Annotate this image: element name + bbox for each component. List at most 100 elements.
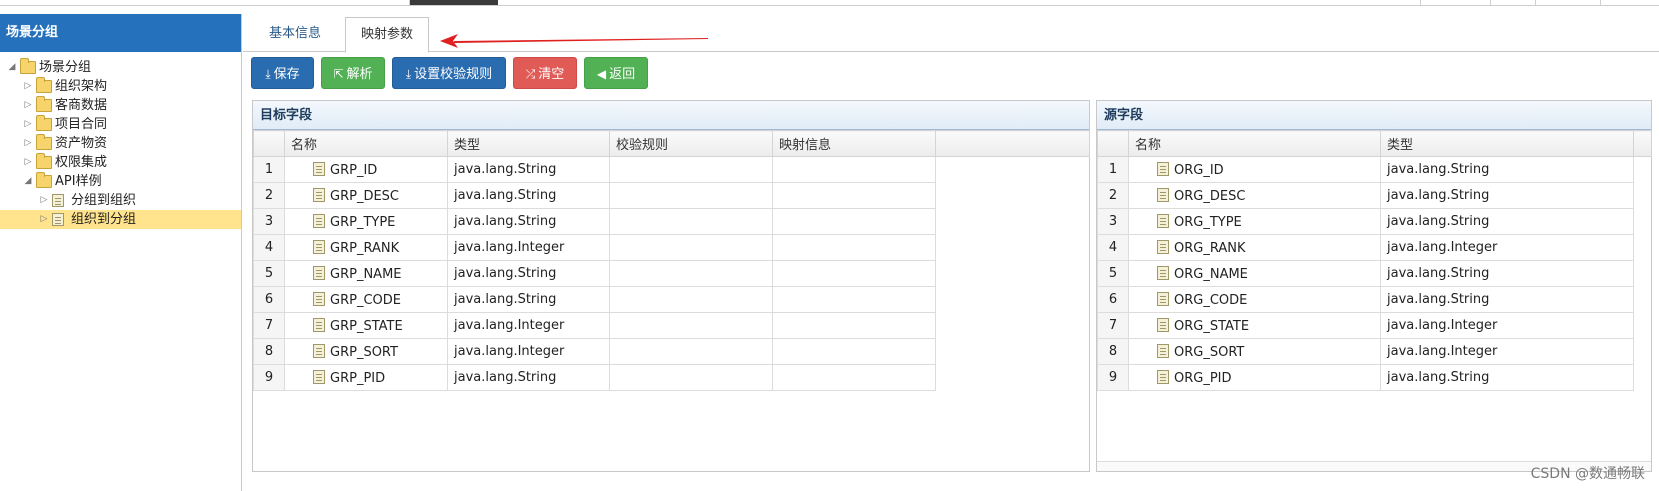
mapping-info-cell[interactable] <box>772 208 936 235</box>
validation-rule-cell[interactable] <box>609 156 773 183</box>
table-row[interactable]: 2 ORG_DESC java.lang.String <box>1097 182 1652 209</box>
field-name-cell[interactable]: GRP_SORT <box>284 338 448 365</box>
field-name-cell[interactable]: GRP_ID <box>284 156 448 183</box>
field-name-cell[interactable]: GRP_CODE <box>284 286 448 313</box>
field-type-cell[interactable]: java.lang.String <box>447 286 610 313</box>
table-row[interactable]: 7 GRP_STATE java.lang.Integer <box>253 312 1090 339</box>
field-type-cell[interactable]: java.lang.Integer <box>1380 312 1634 339</box>
tab-mapping-params[interactable]: 映射参数 <box>345 17 429 53</box>
column-header-name[interactable]: 名称 <box>1128 130 1381 157</box>
validation-rule-cell[interactable] <box>609 364 773 391</box>
field-type-cell[interactable]: java.lang.String <box>1380 286 1634 313</box>
field-name-cell[interactable]: ORG_RANK <box>1128 234 1381 261</box>
back-button[interactable]: ◀ 返回 <box>584 57 648 89</box>
set-validation-rules-button[interactable]: ⤓ 设置校验规则 <box>392 57 506 89</box>
column-header-name[interactable]: 名称 <box>284 130 448 157</box>
table-row[interactable]: 4 GRP_RANK java.lang.Integer <box>253 234 1090 261</box>
field-name-cell[interactable]: ORG_STATE <box>1128 312 1381 339</box>
field-name-cell[interactable]: ORG_TYPE <box>1128 208 1381 235</box>
tree-node[interactable]: ◢ 场景分组 <box>0 58 241 77</box>
field-name-cell[interactable]: GRP_DESC <box>284 182 448 209</box>
field-type-cell[interactable]: java.lang.Integer <box>447 338 610 365</box>
expand-arrow-icon[interactable]: ▷ <box>38 210 50 229</box>
mapping-info-cell[interactable] <box>772 364 936 391</box>
column-header-mapping[interactable]: 映射信息 <box>772 130 936 157</box>
field-type-cell[interactable]: java.lang.String <box>447 260 610 287</box>
tree-node[interactable]: ▷ 客商数据 <box>0 96 241 115</box>
tree-node[interactable]: ◢ API样例 <box>0 172 241 191</box>
field-name-cell[interactable]: ORG_ID <box>1128 156 1381 183</box>
expand-arrow-icon[interactable]: ▷ <box>22 153 34 172</box>
table-row[interactable]: 6 GRP_CODE java.lang.String <box>253 286 1090 313</box>
field-name-cell[interactable]: GRP_TYPE <box>284 208 448 235</box>
tree-node[interactable]: ▷ 组织到分组 <box>0 210 241 229</box>
collapse-arrow-icon[interactable]: ◢ <box>22 172 34 191</box>
table-row[interactable]: 6 ORG_CODE java.lang.String <box>1097 286 1652 313</box>
parse-button[interactable]: ⇱ 解析 <box>321 57 385 89</box>
field-type-cell[interactable]: java.lang.String <box>1380 208 1634 235</box>
field-type-cell[interactable]: java.lang.String <box>1380 156 1634 183</box>
field-type-cell[interactable]: java.lang.Integer <box>1380 234 1634 261</box>
field-type-cell[interactable]: java.lang.String <box>447 156 610 183</box>
table-row[interactable]: 5 ORG_NAME java.lang.String <box>1097 260 1652 287</box>
field-name-cell[interactable]: ORG_PID <box>1128 364 1381 391</box>
table-row[interactable]: 1 ORG_ID java.lang.String <box>1097 156 1652 183</box>
expand-arrow-icon[interactable]: ▷ <box>38 191 50 210</box>
mapping-info-cell[interactable] <box>772 338 936 365</box>
tree-node[interactable]: ▷ 组织架构 <box>0 77 241 96</box>
tree-node[interactable]: ▷ 权限集成 <box>0 153 241 172</box>
mapping-info-cell[interactable] <box>772 234 936 261</box>
table-row[interactable]: 2 GRP_DESC java.lang.String <box>253 182 1090 209</box>
column-header-type[interactable]: 类型 <box>1380 130 1634 157</box>
mapping-info-cell[interactable] <box>772 312 936 339</box>
validation-rule-cell[interactable] <box>609 208 773 235</box>
table-row[interactable]: 3 GRP_TYPE java.lang.String <box>253 208 1090 235</box>
mapping-info-cell[interactable] <box>772 260 936 287</box>
field-type-cell[interactable]: java.lang.Integer <box>1380 338 1634 365</box>
field-type-cell[interactable]: java.lang.Integer <box>447 234 610 261</box>
tab-basic-info[interactable]: 基本信息 <box>259 17 331 53</box>
table-row[interactable]: 4 ORG_RANK java.lang.Integer <box>1097 234 1652 261</box>
field-name-cell[interactable]: GRP_STATE <box>284 312 448 339</box>
field-name-cell[interactable]: ORG_SORT <box>1128 338 1381 365</box>
expand-arrow-icon[interactable]: ▷ <box>22 115 34 134</box>
field-name-cell[interactable]: GRP_RANK <box>284 234 448 261</box>
validation-rule-cell[interactable] <box>609 234 773 261</box>
collapse-arrow-icon[interactable]: ◢ <box>6 58 18 77</box>
field-type-cell[interactable]: java.lang.String <box>447 182 610 209</box>
validation-rule-cell[interactable] <box>609 338 773 365</box>
expand-arrow-icon[interactable]: ▷ <box>22 96 34 115</box>
table-row[interactable]: 8 ORG_SORT java.lang.Integer <box>1097 338 1652 365</box>
table-row[interactable]: 8 GRP_SORT java.lang.Integer <box>253 338 1090 365</box>
field-type-cell[interactable]: java.lang.String <box>1380 260 1634 287</box>
field-type-cell[interactable]: java.lang.String <box>447 364 610 391</box>
table-row[interactable]: 3 ORG_TYPE java.lang.String <box>1097 208 1652 235</box>
field-name-cell[interactable]: ORG_CODE <box>1128 286 1381 313</box>
table-row[interactable]: 9 ORG_PID java.lang.String <box>1097 364 1652 391</box>
field-name-cell[interactable]: GRP_PID <box>284 364 448 391</box>
table-row[interactable]: 7 ORG_STATE java.lang.Integer <box>1097 312 1652 339</box>
mapping-info-cell[interactable] <box>772 156 936 183</box>
validation-rule-cell[interactable] <box>609 260 773 287</box>
field-type-cell[interactable]: java.lang.Integer <box>447 312 610 339</box>
tree-node[interactable]: ▷ 资产物资 <box>0 134 241 153</box>
column-header-rule[interactable]: 校验规则 <box>609 130 773 157</box>
field-type-cell[interactable]: java.lang.String <box>447 208 610 235</box>
field-type-cell[interactable]: java.lang.String <box>1380 364 1634 391</box>
expand-arrow-icon[interactable]: ▷ <box>22 77 34 96</box>
validation-rule-cell[interactable] <box>609 286 773 313</box>
column-header-type[interactable]: 类型 <box>447 130 610 157</box>
field-name-cell[interactable]: ORG_DESC <box>1128 182 1381 209</box>
clear-button[interactable]: ⤮ 清空 <box>513 57 577 89</box>
expand-arrow-icon[interactable]: ▷ <box>22 134 34 153</box>
validation-rule-cell[interactable] <box>609 312 773 339</box>
tree-node[interactable]: ▷ 分组到组织 <box>0 191 241 210</box>
table-row[interactable]: 5 GRP_NAME java.lang.String <box>253 260 1090 287</box>
table-row[interactable]: 9 GRP_PID java.lang.String <box>253 364 1090 391</box>
validation-rule-cell[interactable] <box>609 182 773 209</box>
field-name-cell[interactable]: ORG_NAME <box>1128 260 1381 287</box>
tree-node[interactable]: ▷ 项目合同 <box>0 115 241 134</box>
mapping-info-cell[interactable] <box>772 286 936 313</box>
mapping-info-cell[interactable] <box>772 182 936 209</box>
field-name-cell[interactable]: GRP_NAME <box>284 260 448 287</box>
